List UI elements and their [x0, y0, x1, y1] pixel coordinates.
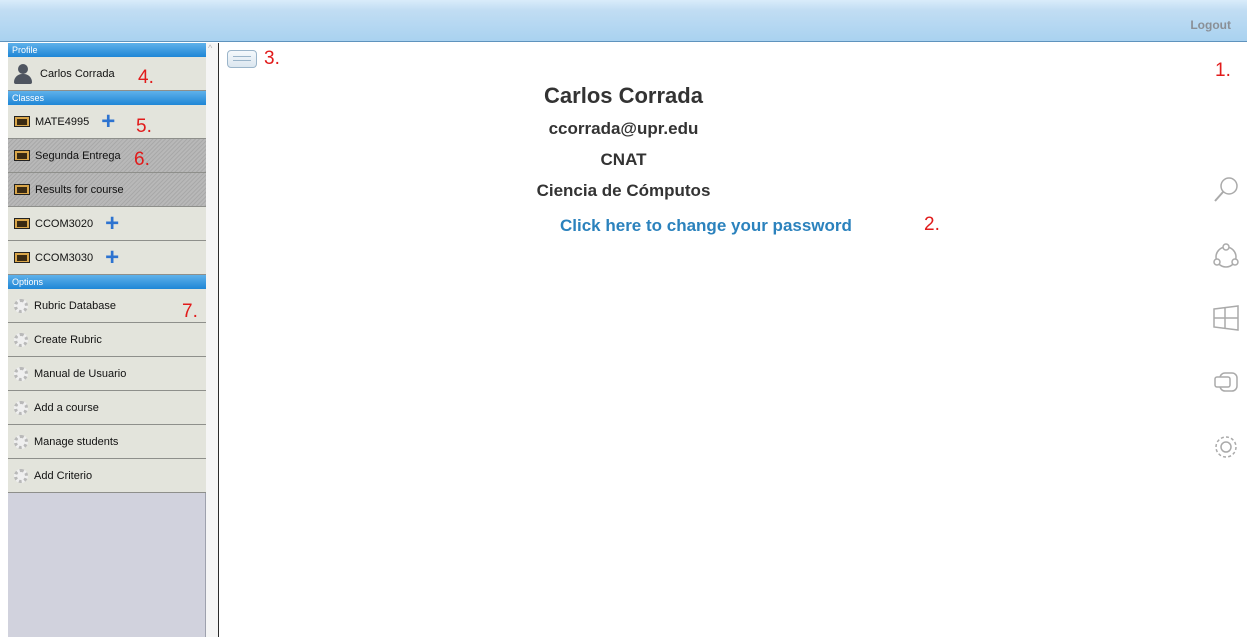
sidebar-item-label: CCOM3020 [35, 217, 94, 230]
profile-program: Ciencia de Cómputos [536, 181, 711, 200]
change-password-link[interactable]: Click here to change your password [560, 216, 852, 236]
menu-toggle-button[interactable] [227, 50, 257, 68]
profile-department: CNAT [600, 150, 647, 169]
sidebar-item-label: Add Criterio [34, 469, 93, 482]
sidebar-option-rubric-database[interactable]: Rubric Database [8, 289, 206, 323]
gear-icon [14, 298, 28, 313]
sidebar-option-manual-de-usuario[interactable]: Manual de Usuario [8, 357, 206, 391]
plus-icon[interactable]: + [105, 211, 119, 235]
sidebar-item-ccom3030[interactable]: CCOM3030 + [8, 241, 206, 275]
options-section-header: Options [8, 275, 206, 289]
course-book-icon [14, 218, 30, 229]
annotation-1: 1. [1215, 60, 1231, 81]
annotation-2: 2. [924, 214, 940, 235]
gear-icon [14, 468, 28, 483]
sidebar-item-ccom3020[interactable]: CCOM3020 + [8, 207, 206, 241]
plus-icon[interactable]: + [105, 245, 119, 269]
annotation-7: 7. [182, 301, 198, 322]
menu-icon-line [233, 56, 251, 57]
settings-gear-icon[interactable] [1211, 432, 1241, 462]
scroll-up-icon[interactable]: ^ [208, 43, 212, 53]
sidebar-item-label: Manual de Usuario [34, 367, 127, 380]
share-icon[interactable] [1211, 242, 1241, 272]
sidebar-option-add-course[interactable]: Add a course [8, 391, 206, 425]
sidebar-item-label: Create Rubric [34, 333, 102, 346]
annotation-3: 3. [264, 48, 280, 69]
gear-icon [14, 332, 28, 347]
sidebar-item-label: Rubric Database [34, 299, 116, 312]
top-bar: Logout [0, 0, 1247, 42]
sidebar-item-label: Manage students [34, 435, 119, 448]
profile-email: ccorrada@upr.edu [548, 119, 699, 138]
profile-section-header: Profile [8, 43, 206, 57]
devices-icon[interactable] [1211, 367, 1241, 397]
sidebar-item-label: CCOM3030 [35, 251, 94, 264]
sidebar-option-add-criterio[interactable]: Add Criterio [8, 459, 206, 493]
user-icon [14, 63, 32, 84]
sidebar-option-create-rubric[interactable]: Create Rubric [8, 323, 206, 357]
windows-icon[interactable] [1211, 303, 1241, 333]
gear-icon [14, 400, 28, 415]
gear-icon [14, 434, 28, 449]
profile-name: Carlos Corrada [544, 83, 703, 108]
course-book-icon [14, 252, 30, 263]
sidebar-option-manage-students[interactable]: Manage students [8, 425, 206, 459]
menu-icon-line [233, 60, 251, 61]
search-icon[interactable] [1211, 175, 1241, 205]
logout-link[interactable]: Logout [1190, 18, 1231, 32]
gear-icon [14, 366, 28, 381]
sidebar-item-label: Add a course [34, 401, 99, 414]
sidebar-profile-name: Carlos Corrada [40, 67, 115, 80]
